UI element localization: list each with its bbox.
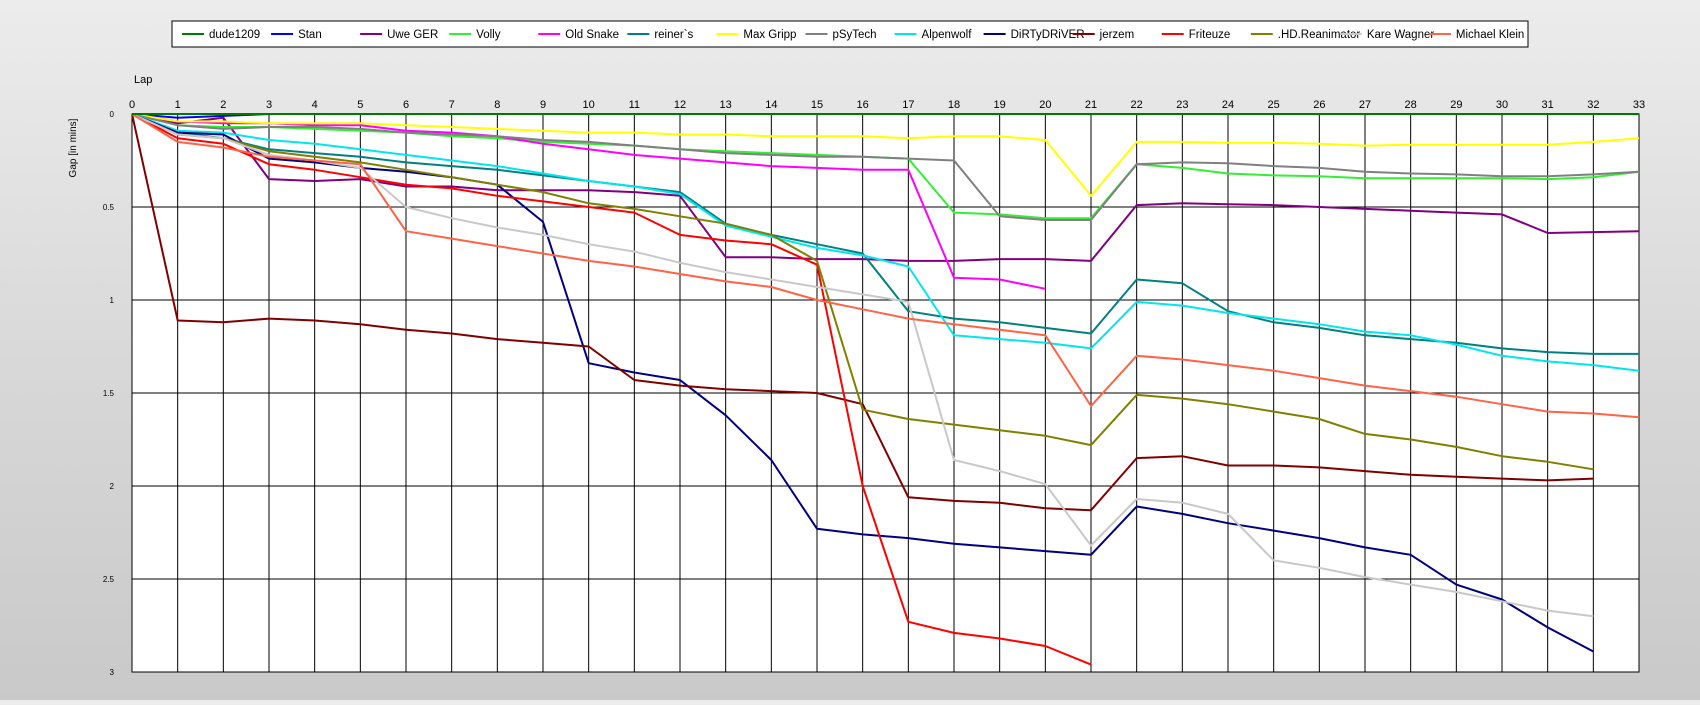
y-tick-label: 3: [110, 668, 115, 677]
x-tick-label: 0: [129, 99, 135, 111]
x-tick-label: 29: [1450, 99, 1462, 111]
x-tick-label: 20: [1039, 99, 1051, 111]
x-tick-label: 5: [357, 99, 363, 111]
x-tick-label: 17: [902, 99, 914, 111]
chart-svg: 0 1 2 3 4 5 6 7 8 9 10 11 12 13 14 15 16 17 18 19 20 21 22 23 24…: [68, 20, 1645, 677]
legend: dude1209 Stan Uwe GER Volly Old Snake reiner`…: [171, 20, 1529, 48]
x-tick-label: 28: [1405, 99, 1417, 111]
lap-gap-chart: 0 1 2 3 4 5 6 7 8 9 10 11 12 13 14 15 16 17 18 19 20 21 22 23 24…: [0, 0, 1700, 700]
legend-label: Max Gripp: [743, 29, 796, 41]
x-tick-label: 19: [994, 99, 1006, 111]
x-tick-label: 24: [1222, 99, 1234, 111]
legend-label: jerzem: [1099, 29, 1135, 41]
x-tick-label: 2: [220, 99, 226, 111]
x-tick-label: 16: [857, 99, 869, 111]
x-tick-label: 3: [266, 99, 272, 111]
x-tick-label: 22: [1131, 99, 1143, 111]
x-tick-label: 15: [811, 99, 823, 111]
x-tick-label: 30: [1496, 99, 1508, 111]
y-tick-label: 1: [110, 296, 115, 305]
y-axis-title: Gap [in mins]: [68, 118, 79, 177]
x-tick-label: 25: [1268, 99, 1280, 111]
y-tick-label: 0.5: [103, 203, 115, 212]
x-tick-label: 27: [1359, 99, 1371, 111]
x-tick-label: 1: [175, 99, 181, 111]
legend-label: dude1209: [209, 29, 260, 41]
y-tick-label: 2: [110, 482, 115, 491]
x-tick-label: 33: [1633, 99, 1645, 111]
x-tick-label: 18: [948, 99, 960, 111]
legend-label: Uwe GER: [387, 29, 438, 41]
legend-label: Old Snake: [565, 29, 619, 41]
x-axis-title: Lap: [134, 74, 152, 86]
x-tick-label: 13: [720, 99, 732, 111]
x-tick-label: 12: [674, 99, 686, 111]
legend-label: Stan: [298, 29, 322, 41]
legend-label: Kare Wagner: [1367, 29, 1434, 41]
y-tick-label: 1.5: [103, 389, 115, 398]
x-tick-label: 26: [1313, 99, 1325, 111]
x-tick-label: 11: [629, 99, 640, 111]
x-tick-label: 9: [540, 99, 546, 111]
x-tick-label: 6: [403, 99, 409, 111]
legend-label: Alpenwolf: [922, 29, 973, 41]
legend-label: pSyTech: [832, 29, 876, 41]
legend-label: Volly: [476, 29, 501, 41]
x-tick-label: 4: [312, 99, 318, 111]
x-tick-label: 14: [765, 99, 777, 111]
y-tick-label: 2.5: [103, 575, 115, 584]
x-tick-label: 31: [1542, 99, 1554, 111]
legend-label: reiner`s: [654, 29, 693, 41]
x-tick-label: 21: [1085, 99, 1097, 111]
x-tick-label: 23: [1176, 99, 1188, 111]
y-tick-label: 0: [110, 110, 115, 119]
x-tick-label: 10: [583, 99, 595, 111]
legend-label: Michael Klein: [1456, 29, 1524, 41]
x-tick-label: 7: [449, 99, 455, 111]
legend-label: Friteuze: [1189, 29, 1231, 41]
x-tick-label: 32: [1587, 99, 1599, 111]
x-tick-label: 8: [494, 99, 500, 111]
